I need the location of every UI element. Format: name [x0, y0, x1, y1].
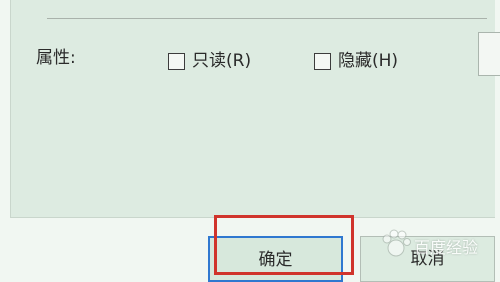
- section-divider: [47, 18, 487, 19]
- watermark-text: 百度经验: [414, 238, 479, 257]
- side-button[interactable]: [478, 32, 500, 76]
- ok-button[interactable]: 确定: [208, 236, 343, 282]
- watermark-paw-icon: [382, 229, 411, 257]
- properties-panel: [10, 0, 495, 218]
- attributes-label: 属性:: [36, 48, 76, 68]
- hidden-checkbox[interactable]: [314, 53, 331, 70]
- readonly-checkbox[interactable]: [168, 53, 185, 70]
- hidden-label[interactable]: 隐藏(H): [338, 51, 398, 71]
- readonly-label[interactable]: 只读(R): [192, 51, 251, 71]
